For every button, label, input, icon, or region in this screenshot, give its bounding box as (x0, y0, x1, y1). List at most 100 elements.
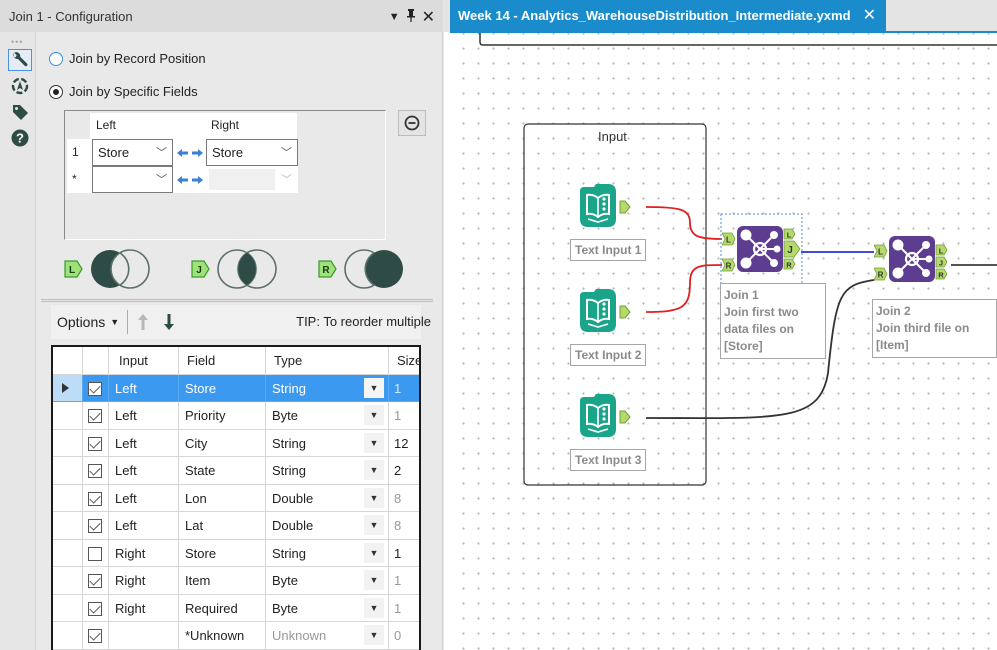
type-dropdown-icon[interactable]: ▼ (364, 405, 384, 425)
row-indicator[interactable] (53, 622, 83, 650)
row-indicator[interactable] (53, 594, 83, 622)
include-field-checkbox[interactable] (88, 436, 102, 451)
row-indicator[interactable] (53, 429, 83, 457)
field-name-cell[interactable]: *Unknown (179, 622, 266, 650)
move-up-arrow-icon[interactable] (138, 314, 149, 330)
pin-icon[interactable] (406, 9, 416, 25)
field-row[interactable]: *Unknown Unknown ▼ 0 (53, 622, 419, 650)
type-cell[interactable]: Double ▼ (266, 484, 389, 512)
workflow-canvas[interactable]: Input Text Input 1 Text Input 2 Text Inp… (450, 33, 997, 650)
type-dropdown-icon[interactable]: ▼ (364, 625, 384, 645)
field-row[interactable]: Left State String ▼ 2 (53, 457, 419, 485)
field-row[interactable]: Left Priority Byte ▼ 1 (53, 402, 419, 430)
field-row[interactable]: Left Lat Double ▼ 8 (53, 512, 419, 540)
field-name-cell[interactable]: Required (179, 594, 266, 622)
size-cell[interactable]: 8 (389, 512, 419, 540)
size-cell[interactable]: 1 (389, 540, 419, 567)
close-tab-icon[interactable]: ✕ (863, 5, 876, 25)
type-cell[interactable]: Double ▼ (266, 512, 389, 540)
include-field-checkbox[interactable] (88, 546, 102, 561)
type-cell[interactable]: Byte ▼ (266, 567, 389, 595)
include-field-checkbox[interactable] (88, 464, 102, 478)
field-name-cell[interactable]: Store (179, 374, 266, 402)
join-1-annotation[interactable]: Join 1 Join first two data files on [Sto… (720, 283, 826, 359)
size-cell[interactable]: 0 (389, 622, 419, 650)
compass-icon[interactable] (8, 75, 32, 97)
size-cell[interactable]: 1 (389, 567, 419, 595)
column-header-field[interactable]: Field (179, 347, 266, 375)
field-row[interactable]: Left Lon Double ▼ 8 (53, 484, 419, 512)
remove-join-row-button[interactable] (398, 110, 426, 136)
field-name-cell[interactable]: State (179, 457, 266, 485)
type-dropdown-icon[interactable]: ▼ (364, 597, 384, 618)
size-cell[interactable]: 12 (389, 430, 419, 457)
help-icon[interactable]: ? (8, 127, 32, 149)
type-cell[interactable]: Byte ▼ (266, 402, 389, 430)
type-cell[interactable]: String ▼ (266, 429, 389, 457)
type-dropdown-icon[interactable]: ▼ (364, 570, 384, 590)
row-indicator[interactable] (53, 402, 83, 430)
include-field-checkbox[interactable] (88, 491, 102, 506)
row-indicator[interactable] (53, 374, 83, 402)
include-field-checkbox[interactable] (88, 601, 102, 616)
close-panel-icon[interactable]: ✕ (422, 7, 435, 27)
type-cell[interactable]: String ▼ (266, 539, 389, 567)
size-cell[interactable]: 1 (389, 595, 419, 622)
include-field-checkbox[interactable] (88, 409, 102, 423)
type-dropdown-icon[interactable]: ▼ (364, 515, 384, 535)
join-by-specific-fields-option[interactable]: Join by Specific Fields (49, 84, 198, 99)
field-row[interactable]: Right Store String ▼ 1 (53, 539, 419, 567)
field-name-cell[interactable]: Store (179, 539, 266, 567)
container-title[interactable]: Input (598, 129, 627, 144)
type-cell[interactable]: String ▼ (266, 457, 389, 485)
move-down-arrow-icon[interactable] (164, 314, 175, 330)
join-2-annotation[interactable]: Join 2 Join third file on [Item] (872, 299, 997, 358)
workflow-tab[interactable]: Week 14 - Analytics_WarehouseDistributio… (450, 0, 886, 31)
row-indicator[interactable] (53, 539, 83, 567)
type-dropdown-icon[interactable]: ▼ (364, 432, 384, 453)
column-header-input[interactable]: Input (109, 347, 179, 375)
field-name-cell[interactable]: Lat (179, 512, 266, 540)
type-cell[interactable]: Byte ▼ (266, 594, 389, 622)
field-name-cell[interactable]: Lon (179, 484, 266, 512)
include-field-checkbox[interactable] (88, 629, 102, 643)
size-cell[interactable]: 2 (389, 457, 419, 485)
type-cell[interactable]: Unknown ▼ (266, 622, 389, 650)
field-row[interactable]: Left City String ▼ 12 (53, 429, 419, 457)
options-dropdown-button[interactable]: Options ▼ (57, 314, 119, 330)
join-by-record-position-option[interactable]: Join by Record Position (49, 51, 206, 66)
wrench-icon[interactable] (8, 49, 32, 71)
type-dropdown-icon[interactable]: ▼ (364, 460, 384, 480)
row-indicator[interactable] (53, 457, 83, 485)
field-name-cell[interactable]: City (179, 429, 266, 457)
size-cell[interactable]: 1 (389, 402, 419, 430)
row-indicator[interactable] (53, 567, 83, 595)
left-field-select[interactable]: ﹀ (92, 166, 173, 193)
field-row[interactable]: Right Item Byte ▼ 1 (53, 567, 419, 595)
right-field-select[interactable]: Store ﹀ (206, 139, 298, 166)
column-header-type[interactable]: Type (266, 347, 389, 375)
size-cell[interactable]: 1 (389, 374, 419, 402)
text-input-2-label[interactable]: Text Input 2 (570, 344, 647, 366)
type-dropdown-icon[interactable]: ▼ (364, 377, 384, 398)
field-name-cell[interactable]: Item (179, 567, 266, 595)
radio-button[interactable] (49, 84, 63, 99)
type-dropdown-icon[interactable]: ▼ (364, 542, 384, 563)
field-name-cell[interactable]: Priority (179, 402, 266, 430)
tag-icon[interactable] (8, 101, 32, 123)
text-input-3-label[interactable]: Text Input 3 (570, 449, 647, 471)
include-field-checkbox[interactable] (88, 574, 102, 588)
include-field-checkbox[interactable] (88, 381, 102, 396)
type-dropdown-icon[interactable]: ▼ (364, 487, 384, 508)
joined-output-toggle[interactable]: J (191, 248, 279, 290)
field-row[interactable]: Right Required Byte ▼ 1 (53, 594, 419, 622)
row-indicator[interactable] (53, 484, 83, 512)
type-cell[interactable]: String ▼ (266, 374, 389, 402)
radio-button[interactable] (49, 51, 63, 66)
size-cell[interactable]: 8 (389, 485, 419, 512)
left-unjoined-output-toggle[interactable]: L (64, 248, 152, 290)
left-field-select[interactable]: Store ﹀ (92, 139, 173, 166)
right-unjoined-output-toggle[interactable]: R (318, 248, 406, 290)
row-indicator[interactable] (53, 512, 83, 540)
field-row[interactable]: Left Store String ▼ 1 (53, 374, 419, 402)
